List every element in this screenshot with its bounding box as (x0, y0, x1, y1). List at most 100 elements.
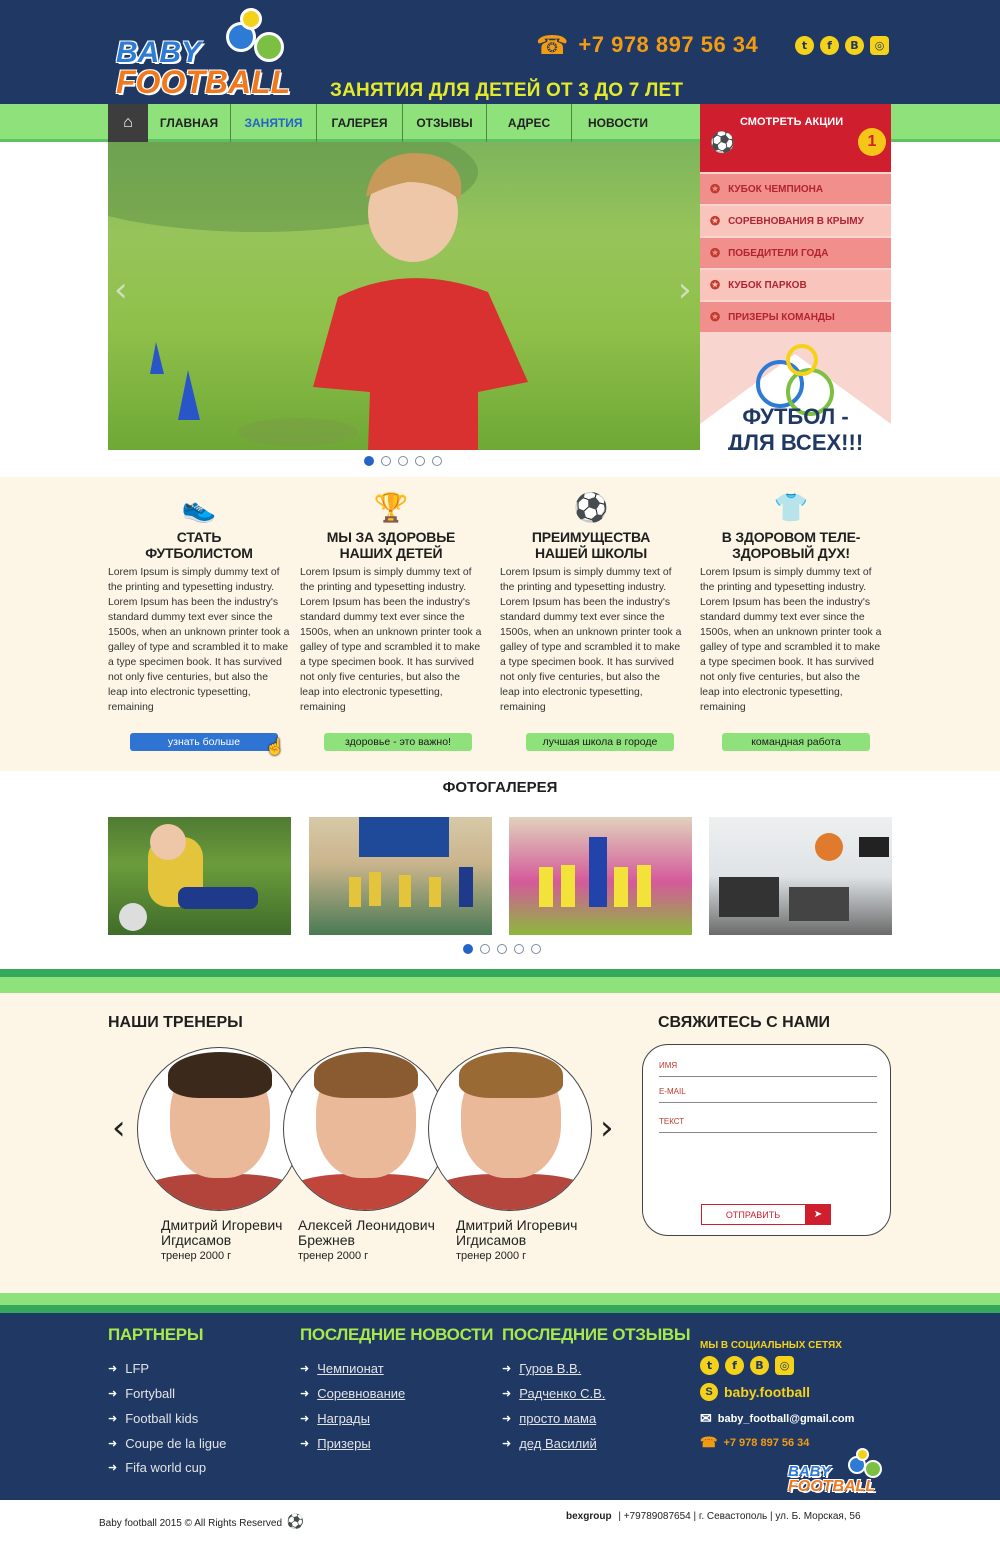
logo-line2: FOOTBALL (116, 64, 291, 100)
company-name[interactable]: bexgroup (566, 1511, 612, 1522)
instagram-icon[interactable]: ◎ (775, 1356, 794, 1375)
health-button[interactable]: здоровье - это важно! (324, 733, 472, 751)
review-link[interactable]: ➜ Радченко С.В. (502, 1386, 605, 1401)
trainer-name: Дмитрий Игоревич Игдисамов (161, 1217, 283, 1248)
teamwork-button[interactable]: командная работа (722, 733, 870, 751)
nav-item-reviews[interactable]: ОТЗЫВЫ (403, 104, 487, 142)
twitter-icon[interactable]: t (700, 1356, 719, 1375)
gallery-dot[interactable] (480, 944, 490, 954)
gallery-photo[interactable] (509, 817, 692, 935)
trophy-icon: 🏆 (373, 492, 409, 523)
review-link[interactable]: ➜ дед Василий (502, 1436, 597, 1451)
divider-stripe (0, 977, 1000, 993)
trainer-photo[interactable] (283, 1047, 447, 1211)
promo-header[interactable]: СМОТРЕТЬ АКЦИИ ⚽ 1 (700, 104, 891, 172)
social-links-footer: t f B ◎ (700, 1356, 794, 1375)
partners-title: ПАРТНЕРЫ (108, 1325, 204, 1344)
promo-item[interactable]: ✪ ПРИЗЕРЫ КОМАНДЫ (700, 302, 891, 332)
arrow-right-icon: ➜ (108, 1438, 118, 1450)
nav-item-gallery[interactable]: ГАЛЕРЕЯ (317, 104, 403, 142)
instagram-icon[interactable]: ◎ (870, 36, 889, 55)
contact-title: СВЯЖИТЕСЬ С НАМИ (658, 1014, 831, 1031)
slider-dot[interactable] (381, 456, 391, 466)
trainer-photo[interactable] (137, 1047, 301, 1211)
facebook-icon[interactable]: f (820, 36, 839, 55)
learn-more-button[interactable]: узнать больше (130, 733, 278, 751)
message-field[interactable]: ТЕКСТ (659, 1117, 877, 1133)
slider-dot[interactable] (415, 456, 425, 466)
player-icon: ⚽ (710, 132, 735, 154)
trainer-photo[interactable] (428, 1047, 592, 1211)
trainer-role: тренер 2000 г (456, 1250, 527, 1262)
partner-link[interactable]: ➜ LFP (108, 1361, 149, 1376)
review-link[interactable]: ➜ просто мама (502, 1411, 596, 1426)
nav-item-news[interactable]: НОВОСТИ (572, 104, 664, 142)
promo-item[interactable]: ✪ ПОБЕДИТЕЛИ ГОДА (700, 238, 891, 268)
runner-icon: ✪ (710, 246, 721, 260)
divider-stripe (0, 1305, 1000, 1313)
trainers-prev-arrow[interactable]: ‹ (112, 1108, 126, 1148)
feature-text: Lorem Ipsum is simply dummy text of the … (108, 567, 290, 713)
gallery-dot[interactable] (497, 944, 507, 954)
review-link[interactable]: ➜ Гуров В.В. (502, 1361, 581, 1376)
gallery-title: ФОТОГАЛЕРЕЯ (442, 779, 558, 796)
vk-icon[interactable]: B (750, 1356, 769, 1375)
vk-icon[interactable]: B (845, 36, 864, 55)
name-field[interactable]: ИМЯ (659, 1061, 877, 1077)
trainers-title: НАШИ ТРЕНЕРЫ (108, 1014, 243, 1031)
slider-prev-arrow[interactable]: ‹ (114, 270, 128, 310)
gallery-photo[interactable] (309, 817, 492, 935)
email-contact[interactable]: ✉ baby_football@gmail.com (700, 1410, 854, 1427)
skype-contact[interactable]: S baby.football (700, 1383, 810, 1401)
partner-link[interactable]: ➜ Fortyball (108, 1386, 175, 1401)
gallery-dot[interactable] (514, 944, 524, 954)
header-tagline: ЗАНЯТИЯ ДЛЯ ДЕТЕЙ ОТ 3 ДО 7 ЛЕТ (330, 80, 684, 101)
runner-icon: ✪ (710, 278, 721, 292)
slider-next-arrow[interactable]: › (678, 270, 692, 310)
twitter-icon[interactable]: t (795, 36, 814, 55)
divider-stripe (0, 1293, 1000, 1305)
arrow-right-icon: ➜ (108, 1413, 118, 1425)
news-link[interactable]: ➜ Соревнование (300, 1386, 405, 1401)
promo-item[interactable]: ✪ СОРЕВНОВАНИЯ В КРЫМУ (700, 206, 891, 236)
promo-item[interactable]: ✪ КУБОК ПАРКОВ (700, 270, 891, 300)
feature-text: Lorem Ipsum is simply dummy text of the … (300, 567, 482, 713)
trainer-name: Алексей Леонидович Брежнев (298, 1217, 435, 1248)
nav-item-home[interactable]: ГЛАВНАЯ (148, 104, 231, 142)
facebook-icon[interactable]: f (725, 1356, 744, 1375)
email-field[interactable]: E-MAIL (659, 1087, 877, 1103)
trainers-next-arrow[interactable]: › (600, 1108, 614, 1148)
gallery-dot[interactable] (463, 944, 473, 954)
best-school-button[interactable]: лучшая школа в городе (526, 733, 674, 751)
feature-title: МЫ ЗА ЗДОРОВЬЕ НАШИХ ДЕТЕЙ (326, 529, 456, 561)
company-details: bexgroup | +79789087654 | г. Севастополь… (566, 1511, 861, 1522)
slider-dot[interactable] (432, 456, 442, 466)
trainer-name: Дмитрий Игоревич Игдисамов (456, 1217, 578, 1248)
arrow-right-icon: ➜ (502, 1388, 512, 1400)
promo-item[interactable]: ✪ КУБОК ЧЕМПИОНА (700, 174, 891, 204)
slider-dot[interactable] (364, 456, 374, 466)
gallery-dots (463, 944, 541, 954)
gallery-dot[interactable] (531, 944, 541, 954)
runner-icon: ✪ (710, 310, 721, 324)
gallery-photo[interactable] (709, 817, 892, 935)
runner-icon: ✪ (710, 182, 721, 196)
slider-dot[interactable] (398, 456, 408, 466)
home-icon[interactable]: ⌂ (108, 104, 148, 142)
gallery-photo[interactable] (108, 817, 291, 935)
arrow-right-icon: ➜ (300, 1413, 310, 1425)
nav-item-classes[interactable]: ЗАНЯТИЯ (231, 104, 317, 142)
partner-link[interactable]: ➜ Football kids (108, 1411, 198, 1426)
partner-link[interactable]: ➜ Fifa world cup (108, 1460, 206, 1475)
phone-icon: ☎ (536, 29, 569, 60)
phone-contact[interactable]: ☎ +7 978 897 56 34 (700, 1434, 809, 1451)
nav-item-address[interactable]: АДРЕС (487, 104, 572, 142)
partner-link[interactable]: ➜ Coupe de la ligue (108, 1436, 226, 1451)
arrow-right-icon: ➜ (108, 1363, 118, 1375)
medal-icon: 1 (858, 128, 886, 156)
news-link[interactable]: ➜ Награды (300, 1411, 370, 1426)
news-link[interactable]: ➜ Чемпионат (300, 1361, 384, 1376)
hero-photo (108, 142, 700, 450)
news-link[interactable]: ➜ Призеры (300, 1436, 371, 1451)
header-phone[interactable]: ☎ +7 978 897 56 34 (536, 30, 758, 60)
